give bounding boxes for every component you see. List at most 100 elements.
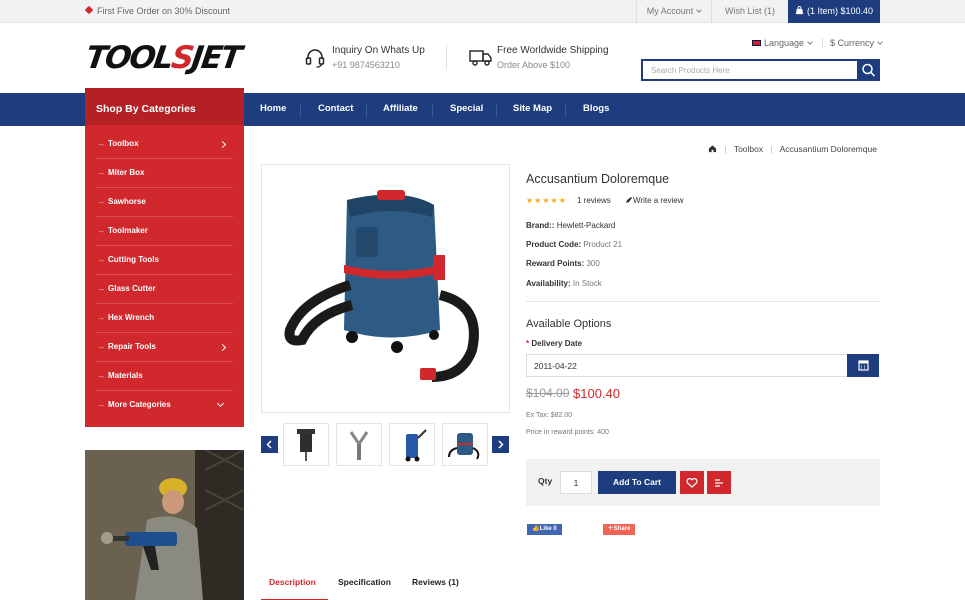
code-label: Product Code: [526,240,582,249]
nav-item-blogs[interactable]: Blogs [583,93,609,126]
delivery-date-input[interactable]: 2011-04-22 [526,354,848,377]
tab-description[interactable]: Description [269,577,316,587]
like-label: Like 0 [539,526,557,532]
nav-divider [565,104,566,117]
share-label: Share [613,526,631,532]
search-input[interactable]: Search Products Here [641,59,858,81]
new-price: $100.40 [573,386,620,401]
logo-text-3: JET [189,40,243,76]
write-review-link[interactable]: Write a review [625,196,684,205]
delivery-date-label: * Delivery Date [526,339,582,348]
product-thumbnail[interactable] [442,423,488,466]
shipping-title: Free Worldwide Shipping [497,45,609,56]
category-label: Repair Tools [108,342,156,351]
chevron-down-icon [807,39,813,45]
headset-icon [305,49,325,68]
promo-banner-image[interactable] [85,450,244,600]
product-main-image[interactable] [261,164,510,413]
my-account-label: My Account [646,6,694,16]
home-icon[interactable] [708,144,717,153]
thumb-prev-button[interactable] [261,436,278,453]
chevron-right-icon [218,140,227,149]
tab-specification[interactable]: Specification [338,577,391,587]
product-thumbnail[interactable] [336,423,382,466]
compare-icon [715,479,723,487]
whatsapp-phone: +91 9874563210 [332,60,400,70]
category-item[interactable]: → Repair Tools [96,333,233,362]
category-item[interactable]: → Hex Wrench [96,304,233,333]
arrow-bullet-icon: → [97,371,105,380]
category-item[interactable]: → Materials [96,362,233,391]
arrow-bullet-icon: → [97,197,105,206]
arrow-bullet-icon: → [97,284,105,293]
language-dropdown[interactable]: Language [752,38,813,48]
compare-button[interactable] [707,471,731,494]
arrow-bullet-icon: → [97,139,105,148]
ex-tax-text: Ex Tax: $82.00 [526,412,573,419]
nav-divider [432,104,433,117]
brand-label: Brand:: [526,221,555,230]
category-item[interactable]: → Miter Box [96,159,233,188]
my-account-dropdown[interactable]: My Account [636,0,712,23]
category-label: Hex Wrench [108,313,155,322]
top-bar: First Five Order on 30% Discount My Acco… [0,0,965,23]
cart-button[interactable]: (1 Item) $100.40 [788,0,880,23]
nav-item-contact[interactable]: Contact [318,93,353,126]
quantity-input[interactable]: 1 [560,471,592,494]
vacuum-cleaner-image [284,190,479,382]
arrow-bullet-icon: → [97,226,105,235]
add-to-cart-button[interactable]: Add To Cart [598,471,676,494]
reward-price-text: Price in reward points: 400 [526,429,609,436]
nav-divider [496,104,497,117]
category-label: Glass Cutter [108,284,156,293]
category-item[interactable]: → Toolmaker [96,217,233,246]
cart-label: (1 Item) $100.40 [806,6,874,16]
availability-value: In Stock [572,279,602,288]
worker-drilling-image [85,450,244,600]
nav-item-special[interactable]: Special [450,93,483,126]
category-item[interactable]: → Cutting Tools [96,246,233,275]
chevron-right-icon [498,440,504,449]
logo[interactable]: TOOLSJET [83,40,242,76]
brand-value[interactable]: Hewlett-Packard [557,221,616,230]
nav-item-affiliate[interactable]: Affiliate [383,93,418,126]
reviews-link[interactable]: 1 reviews [577,196,611,205]
chevron-down-icon [216,399,225,408]
breadcrumb-link-toolbox[interactable]: Toolbox [734,144,763,154]
brand-row: Brand:: Hewlett-Packard [526,221,615,230]
arrow-bullet-icon: → [97,342,105,351]
calendar-button[interactable] [847,354,879,377]
pressure-washer-thumb-image [405,429,427,462]
qty-label: Qty [538,476,553,486]
divider [446,45,447,69]
header: TOOLSJET Inquiry On Whats Up +91 9874563… [0,23,965,93]
share-button[interactable]: ＋Share [603,524,635,535]
more-categories[interactable]: → More Categories [96,391,233,420]
category-sidebar: Shop By Categories → Toolbox → Miter Box →… [85,88,244,427]
currency-label: $ Currency [830,38,875,48]
nav-divider [366,104,367,117]
facebook-like-button[interactable]: 👍Like 0 [527,524,562,535]
nav-item-site-map[interactable]: Site Map [513,93,552,126]
category-item[interactable]: → Sawhorse [96,188,233,217]
whatsapp-info: Inquiry On Whats Up +91 9874563210 [305,45,425,70]
product-thumbnail[interactable] [389,423,435,466]
tab-reviews[interactable]: Reviews (1) [412,577,459,587]
required-marker: * [526,339,530,348]
product-thumbnail[interactable] [283,423,329,466]
shopping-bag-icon [795,6,804,15]
wishlist-button[interactable] [680,471,704,494]
search-button[interactable] [857,59,880,81]
chevron-down-icon [696,7,703,13]
category-label: Miter Box [108,168,145,177]
category-item[interactable]: → Glass Cutter [96,275,233,304]
category-item[interactable]: → Toolbox [96,130,233,159]
wish-list-link[interactable]: Wish List (1) [712,0,788,23]
whatsapp-title: Inquiry On Whats Up [332,45,425,56]
code-value: Product 21 [583,240,623,249]
nav-item-home[interactable]: Home [260,93,286,126]
thumb-next-button[interactable] [492,436,509,453]
divider [526,301,880,302]
shipping-info: Free Worldwide Shipping Order Above $100 [469,45,609,70]
currency-dropdown[interactable]: $ Currency [822,38,883,48]
